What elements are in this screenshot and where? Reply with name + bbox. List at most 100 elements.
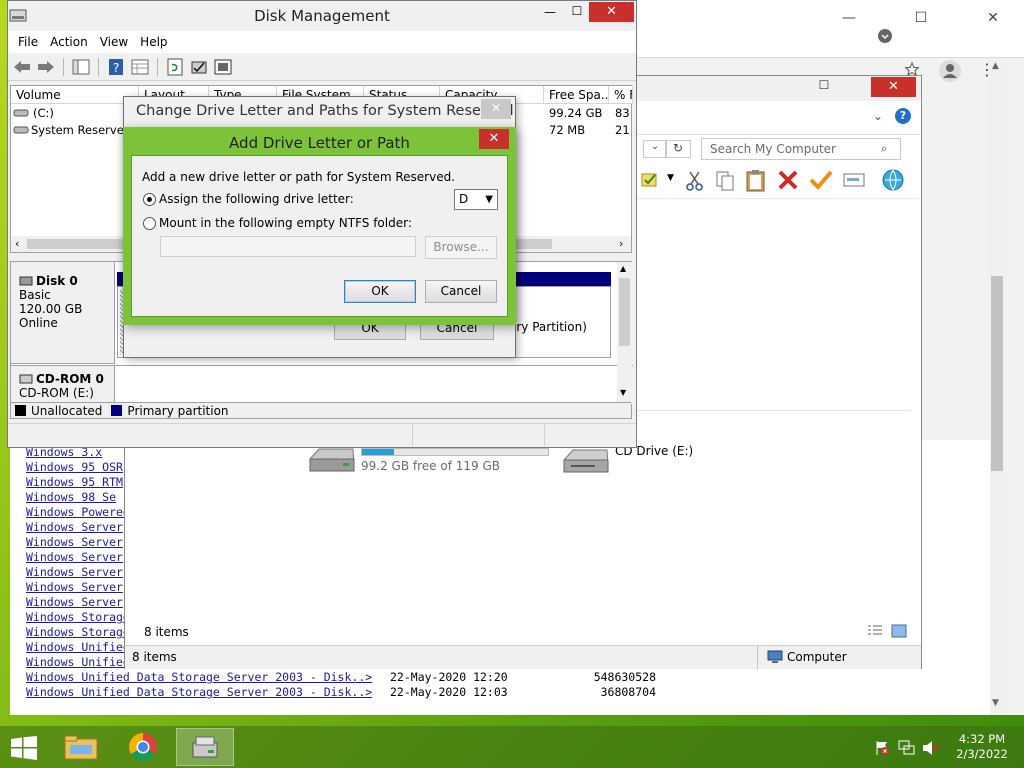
address-dropdown-icon[interactable]: ⌄: [643, 140, 667, 158]
mount-folder-label[interactable]: Mount in the following empty NTFS folder…: [159, 216, 412, 230]
disk-settings-icon[interactable]: [213, 57, 233, 77]
close-button[interactable]: ✕: [589, 2, 634, 22]
properties-icon[interactable]: [641, 171, 659, 189]
listing-link[interactable]: Windows Server: [26, 520, 123, 534]
bookmark-star-icon[interactable]: [905, 62, 919, 76]
taskbar-disk-management[interactable]: [176, 728, 234, 766]
help-icon[interactable]: ?: [895, 108, 911, 124]
listing-link[interactable]: Windows Server: [26, 595, 123, 609]
menu-view[interactable]: View: [100, 31, 136, 53]
listing-link[interactable]: Windows Server: [26, 565, 123, 579]
large-icons-view-icon[interactable]: [891, 624, 907, 638]
listing-link[interactable]: Windows 95 RTM: [26, 475, 123, 489]
scroll-up-icon[interactable]: ▲: [620, 264, 626, 273]
listing-link[interactable]: Windows Powered: [26, 505, 130, 519]
taskbar: 4:32 PM 2/3/2022: [0, 726, 1024, 768]
network-globe-icon[interactable]: [881, 168, 905, 192]
cut-icon[interactable]: [685, 170, 705, 192]
assign-letter-label[interactable]: Assign the following drive letter:: [159, 192, 354, 206]
clock[interactable]: 4:32 PM 2/3/2022: [952, 732, 1012, 762]
chevron-down-icon: ▼: [485, 194, 493, 205]
toolbar-dropdown-icon[interactable]: ▼: [667, 173, 674, 183]
listing-link[interactable]: Windows 95 OSR: [26, 460, 123, 474]
clock-time: 4:32 PM: [958, 732, 1006, 746]
scrollbar-thumb[interactable]: [991, 276, 1003, 471]
minimize-icon[interactable]: —: [540, 5, 560, 19]
ok-button[interactable]: OK: [344, 280, 416, 303]
folder-path-input[interactable]: [160, 236, 416, 257]
search-input[interactable]: Search My Computer: [701, 138, 901, 160]
scroll-left-icon[interactable]: ‹: [15, 237, 19, 250]
taskbar-file-explorer[interactable]: [52, 728, 110, 766]
column-percent-free[interactable]: % F: [609, 86, 633, 104]
scroll-right-icon[interactable]: ›: [619, 237, 623, 250]
minimize-icon[interactable]: —: [831, 10, 867, 30]
properties-grid-icon[interactable]: [130, 57, 150, 77]
listing-link[interactable]: Windows 98 Se: [26, 490, 116, 504]
copy-icon[interactable]: [715, 170, 735, 192]
menu-file[interactable]: File: [18, 31, 46, 53]
assign-letter-radio[interactable]: [143, 193, 156, 206]
maximize-icon[interactable]: ☐: [567, 4, 587, 18]
paste-icon[interactable]: [745, 169, 767, 193]
close-button[interactable]: ✕: [871, 77, 916, 97]
delete-icon[interactable]: [777, 169, 799, 191]
account-avatar[interactable]: [939, 60, 961, 82]
scroll-down-icon[interactable]: ▼: [620, 388, 626, 397]
start-button[interactable]: [11, 736, 37, 760]
scrollbar-thumb[interactable]: [619, 278, 630, 346]
details-view-icon[interactable]: [867, 624, 883, 638]
drive-letter-select[interactable]: D ▼: [454, 189, 498, 210]
taskbar-chrome[interactable]: [114, 728, 172, 766]
cdrom-name: CD-ROM 0: [36, 372, 104, 386]
browse-button[interactable]: Browse...: [425, 236, 497, 259]
listing-link[interactable]: Windows Server: [26, 550, 123, 564]
forward-arrow-icon[interactable]: [36, 57, 56, 77]
menu-help[interactable]: Help: [140, 31, 175, 53]
volume-percent: 83: [615, 106, 630, 120]
drive-c-usage-fill: [362, 449, 394, 455]
menu-action[interactable]: Action: [50, 31, 96, 53]
cdrom-0-info[interactable]: CD-ROM 0 CD-ROM (E:): [11, 366, 115, 404]
disk-size: 120.00 GB: [19, 302, 83, 316]
listing-link[interactable]: Windows Unified: [26, 640, 130, 654]
column-volume[interactable]: Volume: [11, 86, 139, 104]
help-book-icon[interactable]: ?: [106, 57, 126, 77]
listing-link[interactable]: Windows Unified Data Storage Server 2003…: [26, 670, 372, 684]
console-tree-icon[interactable]: [71, 57, 91, 77]
scroll-down-icon[interactable]: ▼: [992, 698, 999, 708]
cancel-button[interactable]: Cancel: [425, 280, 497, 303]
close-button[interactable]: ✕: [481, 99, 511, 119]
profile-circle-icon[interactable]: [877, 28, 893, 44]
listing-link[interactable]: Windows Server: [26, 580, 123, 594]
browser-scrollbar[interactable]: ▲ ▼: [988, 58, 1006, 715]
listing-link[interactable]: Windows Unified Data Storage Server 2003…: [26, 685, 372, 699]
drive-check-icon[interactable]: [189, 57, 209, 77]
volume-name[interactable]: (C:): [33, 106, 54, 120]
column-free-space[interactable]: Free Spa...: [544, 86, 609, 104]
listing-link[interactable]: Windows Storage: [26, 625, 130, 639]
listing-link[interactable]: Windows Storage: [26, 610, 130, 624]
vertical-scrollbar[interactable]: ▲ ▼: [617, 262, 632, 404]
disk-management-icon: [192, 736, 218, 758]
volume-name[interactable]: System Reserved: [31, 123, 131, 137]
toolbar: ?: [8, 53, 636, 81]
checkmark-icon[interactable]: [809, 169, 833, 191]
maximize-icon[interactable]: ☐: [903, 10, 939, 30]
scroll-up-icon[interactable]: ▲: [992, 61, 999, 71]
dropdown-chevron-icon[interactable]: ⌄: [873, 109, 883, 123]
volume-muted-icon[interactable]: [922, 740, 940, 756]
action-center-flag-icon[interactable]: [874, 740, 890, 756]
back-arrow-icon[interactable]: [12, 57, 32, 77]
network-icon[interactable]: [898, 740, 916, 756]
maximize-icon[interactable]: ☐: [809, 78, 839, 92]
rename-icon[interactable]: [843, 172, 865, 188]
mount-folder-radio[interactable]: [143, 217, 156, 230]
disk-0-info[interactable]: Disk 0 Basic 120.00 GB Online: [11, 262, 115, 364]
rescan-disks-icon[interactable]: [165, 57, 185, 77]
close-button[interactable]: ✕: [479, 129, 509, 149]
listing-link[interactable]: Windows Server: [26, 535, 123, 549]
menu-bar: File Action View Help: [8, 31, 636, 53]
refresh-icon[interactable]: ↻: [665, 140, 691, 158]
close-icon[interactable]: ✕: [975, 10, 1011, 30]
